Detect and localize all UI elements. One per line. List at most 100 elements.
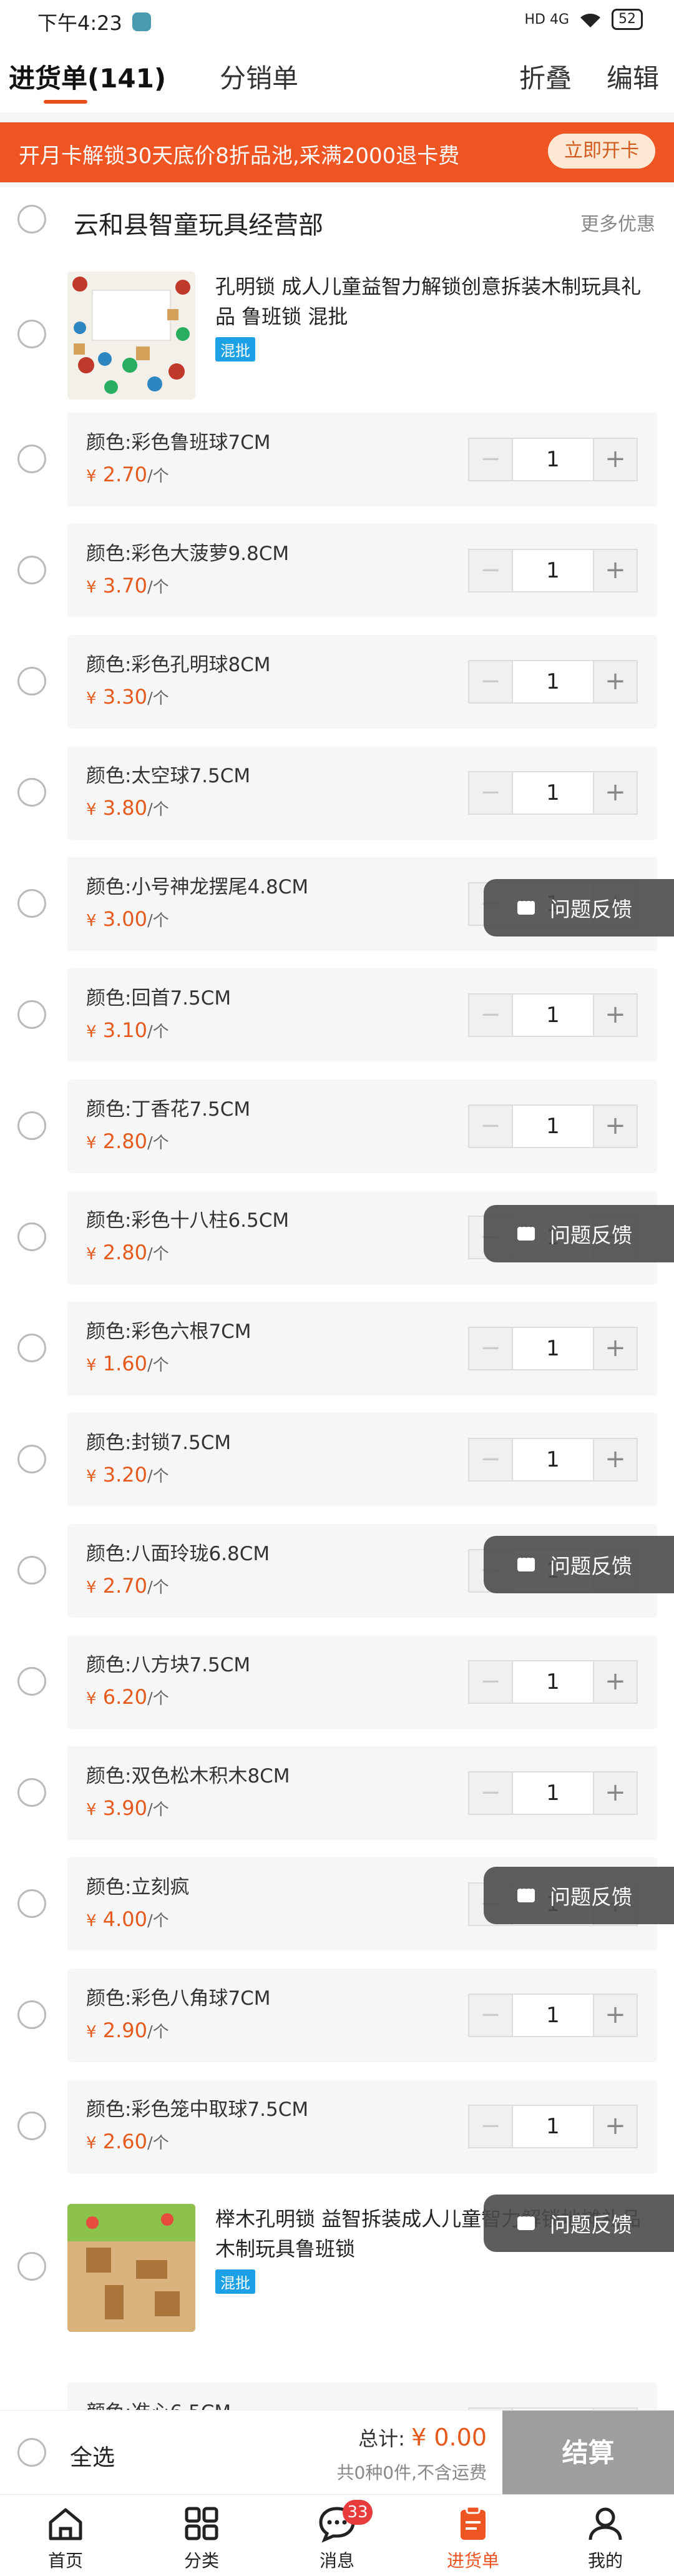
nav-home[interactable]: 首页 xyxy=(19,2504,112,2572)
shop-select-radio[interactable] xyxy=(17,205,46,234)
quantity-stepper: − 1 + xyxy=(468,1993,638,2037)
feedback-button[interactable]: 问题反馈 xyxy=(484,1867,674,1924)
quantity-input[interactable]: 1 xyxy=(512,1661,594,1703)
nav-category[interactable]: 分类 xyxy=(155,2504,248,2572)
checkout-button[interactable]: 结算 xyxy=(502,2411,674,2495)
purchase-list-icon xyxy=(461,2505,486,2540)
sku-select-radio[interactable] xyxy=(17,2111,46,2140)
fold-button[interactable]: 折叠 xyxy=(519,57,572,96)
increase-button[interactable]: + xyxy=(594,1439,637,1480)
edit-button[interactable]: 编辑 xyxy=(607,57,659,96)
quantity-input[interactable]: 1 xyxy=(512,2106,594,2147)
wholesale-tag: 混批 xyxy=(215,337,255,361)
decrease-button[interactable]: − xyxy=(469,1995,512,2036)
shop-name[interactable]: 云和县智童玩具经营部 xyxy=(74,205,323,241)
increase-button[interactable]: + xyxy=(594,550,637,591)
increase-button[interactable]: + xyxy=(594,2106,637,2147)
feedback-button[interactable]: 问题反馈 xyxy=(484,879,674,937)
sku-select-radio[interactable] xyxy=(17,1111,46,1140)
wooden-lock-image xyxy=(67,2204,195,2332)
quantity-input[interactable]: 1 xyxy=(512,550,594,591)
sku-select-radio[interactable] xyxy=(17,1445,46,1473)
decrease-button[interactable]: − xyxy=(469,1439,512,1480)
sku-select-radio[interactable] xyxy=(17,667,46,696)
feedback-button[interactable]: 问题反馈 xyxy=(484,1205,674,1262)
quantity-input[interactable]: 1 xyxy=(512,1328,594,1369)
product-thumbnail[interactable] xyxy=(67,272,195,400)
sku-price: ¥ 3.10/个 xyxy=(86,1018,169,1042)
decrease-button[interactable]: − xyxy=(469,1661,512,1703)
sku-name: 颜色:彩色六根7CM xyxy=(86,1320,252,1343)
sku-card: 颜色:丁香花7.5CM ¥ 2.80/个 − 1 + xyxy=(67,1079,657,1173)
decrease-button[interactable]: − xyxy=(469,661,512,702)
tab-distribution-list[interactable]: 分销单 xyxy=(220,57,298,96)
increase-button[interactable]: + xyxy=(594,439,637,480)
feedback-button[interactable]: 问题反馈 xyxy=(484,1536,674,1593)
sku-select-radio[interactable] xyxy=(17,1889,46,1918)
quantity-input[interactable]: 1 xyxy=(512,995,594,1036)
feedback-button[interactable]: 问题反馈 xyxy=(484,2195,674,2252)
more-discounts-link[interactable]: 更多优惠 xyxy=(580,209,655,236)
quantity-input[interactable]: 1 xyxy=(512,772,594,814)
sku-price: ¥ 3.30/个 xyxy=(86,685,169,709)
increase-button[interactable]: + xyxy=(594,1106,637,1147)
product-select-radio[interactable] xyxy=(17,320,46,348)
quantity-stepper: − 1 + xyxy=(468,1327,638,1370)
nav-messages[interactable]: 33 消息 xyxy=(290,2500,384,2572)
product-title[interactable]: 孔明锁 成人儿童益智力解锁创意拆装木制玩具礼品 鲁班锁 混批 xyxy=(215,272,652,332)
increase-button[interactable]: + xyxy=(594,995,637,1036)
sku-name: 颜色:小号神龙摆尾4.8CM xyxy=(86,876,309,898)
increase-button[interactable]: + xyxy=(594,1772,637,1814)
sku-select-radio[interactable] xyxy=(17,1556,46,1585)
decrease-button[interactable]: − xyxy=(469,550,512,591)
tab-purchase-list[interactable]: 进货单(141) xyxy=(9,57,166,96)
sku-select-radio[interactable] xyxy=(17,1222,46,1251)
decrease-button[interactable]: − xyxy=(469,772,512,814)
product-select-radio[interactable] xyxy=(17,2252,46,2281)
sku-card: 颜色:彩色孔明球8CM ¥ 3.30/个 − 1 + xyxy=(67,635,657,729)
open-card-button[interactable]: 立即开卡 xyxy=(548,134,655,169)
sku-price: ¥ 2.70/个 xyxy=(86,463,169,486)
sku-price: ¥ 3.90/个 xyxy=(86,1796,169,1820)
increase-button[interactable]: + xyxy=(594,1661,637,1703)
sku-select-radio[interactable] xyxy=(17,1778,46,1807)
quantity-input[interactable]: 1 xyxy=(512,1439,594,1480)
product-thumbnail[interactable] xyxy=(67,2204,195,2332)
sku-select-radio[interactable] xyxy=(17,1334,46,1362)
sku-select-radio[interactable] xyxy=(17,556,46,584)
sku-price: ¥ 1.60/个 xyxy=(86,1352,169,1375)
quantity-input[interactable]: 1 xyxy=(512,1772,594,1814)
quantity-input[interactable]: 1 xyxy=(512,439,594,480)
decrease-button[interactable]: − xyxy=(469,1772,512,1814)
sku-row: 颜色:双色松木积木8CM ¥ 3.90/个 − 1 + xyxy=(0,1736,674,1847)
sku-select-radio[interactable] xyxy=(17,778,46,807)
status-time: 下午4:23 xyxy=(37,11,122,35)
decrease-button[interactable]: − xyxy=(469,2106,512,2147)
sku-name: 颜色:彩色孔明球8CM xyxy=(86,654,271,676)
decrease-button[interactable]: − xyxy=(469,995,512,1036)
sku-select-radio[interactable] xyxy=(17,2000,46,2029)
chat-bubble-icon xyxy=(517,1881,535,1902)
sku-row: 颜色:彩色大菠萝9.8CM ¥ 3.70/个 − 1 + xyxy=(0,514,674,625)
sku-select-radio[interactable] xyxy=(17,445,46,473)
decrease-button[interactable]: − xyxy=(469,1106,512,1147)
sku-select-radio[interactable] xyxy=(17,1667,46,1696)
nav-purchase-list[interactable]: 进货单 xyxy=(426,2504,520,2572)
decrease-button[interactable]: − xyxy=(469,1328,512,1369)
decrease-button[interactable]: − xyxy=(469,439,512,480)
sku-select-radio[interactable] xyxy=(17,1000,46,1029)
increase-button[interactable]: + xyxy=(594,661,637,702)
sku-name: 颜色:太空球7.5CM xyxy=(86,765,251,787)
select-all-radio[interactable] xyxy=(17,2438,46,2467)
quantity-input[interactable]: 1 xyxy=(512,1106,594,1147)
quantity-input[interactable]: 1 xyxy=(512,1995,594,2036)
increase-button[interactable]: + xyxy=(594,772,637,814)
quantity-input[interactable]: 1 xyxy=(512,661,594,702)
increase-button[interactable]: + xyxy=(594,1995,637,2036)
select-all-label[interactable]: 全选 xyxy=(70,2439,115,2472)
sku-select-radio[interactable] xyxy=(17,889,46,918)
increase-button[interactable]: + xyxy=(594,1328,637,1369)
chat-bubble-icon xyxy=(517,2209,535,2230)
nav-me[interactable]: 我的 xyxy=(559,2504,652,2572)
sku-row: 颜色:彩色笼中取球7.5CM ¥ 2.60/个 − 1 + xyxy=(0,2070,674,2181)
